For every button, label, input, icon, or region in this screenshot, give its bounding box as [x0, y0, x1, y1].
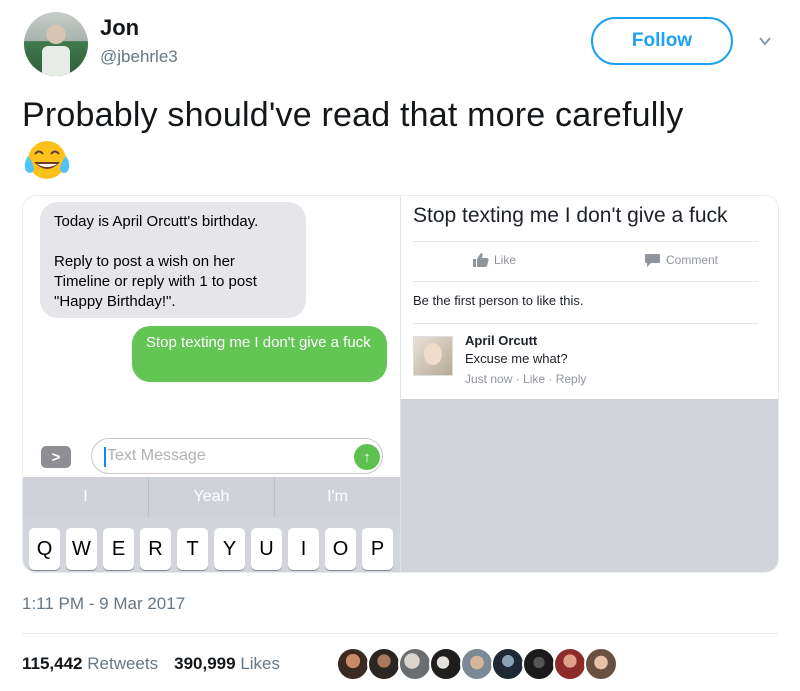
key-w[interactable]: W: [66, 528, 97, 570]
text-caret: [104, 447, 106, 467]
tweet-timestamp[interactable]: 1:11 PM - 9 Mar 2017: [22, 594, 185, 614]
tweet-media[interactable]: Today is April Orcutt's birthday. Reply …: [22, 195, 779, 573]
user-name[interactable]: Jon: [100, 15, 139, 41]
outgoing-message-bubble: Stop texting me I don't give a fuck: [132, 326, 387, 382]
likes-stat[interactable]: 390,999 Likes: [174, 654, 280, 674]
liker-avatar[interactable]: [367, 647, 401, 681]
divider: [22, 633, 778, 634]
liker-avatar[interactable]: [398, 647, 432, 681]
key-e[interactable]: E: [103, 528, 134, 570]
tweet-stats: 115,442 Retweets 390,999 Likes: [22, 654, 280, 674]
keyboard: Q W E R T Y U I O P: [23, 517, 400, 572]
divider: [413, 281, 758, 282]
expand-apps-button[interactable]: >: [41, 446, 71, 468]
follow-button[interactable]: Follow: [591, 17, 733, 65]
divider: [413, 241, 758, 242]
comment-icon: [645, 253, 660, 267]
key-y[interactable]: Y: [214, 528, 245, 570]
retweets-stat[interactable]: 115,442 Retweets: [22, 654, 158, 674]
incoming-message-line1: Today is April Orcutt's birthday.: [54, 213, 259, 230]
imessage-screenshot: Today is April Orcutt's birthday. Reply …: [23, 196, 400, 572]
profile-avatar[interactable]: [24, 12, 88, 76]
incoming-message-bubble: Today is April Orcutt's birthday. Reply …: [40, 202, 306, 318]
facebook-comment-label: Comment: [666, 253, 719, 267]
key-o[interactable]: O: [325, 528, 356, 570]
message-input-row: > Text Message ↑: [23, 436, 400, 476]
empty-area: [401, 399, 778, 572]
tweet-text: Probably should've read that more carefu…: [22, 96, 684, 134]
liker-avatar[interactable]: [460, 647, 494, 681]
thumbs-up-icon: [473, 253, 489, 267]
commenter-avatar[interactable]: [413, 336, 453, 376]
facebook-comment-button[interactable]: Comment: [645, 253, 718, 267]
predictive-bar: I Yeah I'm: [23, 477, 400, 517]
key-t[interactable]: T: [177, 528, 208, 570]
facebook-post-text: Stop texting me I don't give a fuck: [413, 204, 728, 227]
facebook-like-label: Like: [494, 253, 517, 267]
text-message-field[interactable]: Text Message ↑: [91, 438, 383, 474]
chevron-down-icon[interactable]: [758, 34, 772, 48]
liker-avatar[interactable]: [336, 647, 370, 681]
suggestion-1[interactable]: I: [23, 477, 149, 517]
commenter-name[interactable]: April Orcutt: [465, 333, 537, 348]
liker-avatar[interactable]: [522, 647, 556, 681]
liker-avatars: [336, 647, 618, 681]
key-q[interactable]: Q: [29, 528, 60, 570]
divider: [413, 323, 758, 324]
suggestion-3[interactable]: I'm: [275, 477, 400, 517]
liker-avatar[interactable]: [429, 647, 463, 681]
liker-avatar[interactable]: [491, 647, 525, 681]
key-u[interactable]: U: [251, 528, 282, 570]
suggestion-2[interactable]: Yeah: [149, 477, 275, 517]
liker-avatar[interactable]: [584, 647, 618, 681]
key-p[interactable]: P: [362, 528, 393, 570]
key-r[interactable]: R: [140, 528, 171, 570]
user-handle[interactable]: @jbehrle3: [100, 47, 178, 67]
send-arrow-icon[interactable]: ↑: [354, 444, 380, 470]
facebook-like-summary: Be the first person to like this.: [413, 293, 584, 308]
facebook-screenshot: Stop texting me I don't give a fuck Like…: [401, 196, 778, 572]
comment-text: Excuse me what?: [465, 351, 568, 366]
facebook-like-button[interactable]: Like: [473, 253, 516, 267]
comment-meta[interactable]: Just now · Like · Reply: [465, 372, 586, 386]
incoming-message-line2: Reply to post a wish on her Timeline or …: [54, 253, 257, 310]
tears-of-joy-emoji-icon: [24, 141, 70, 179]
key-i[interactable]: I: [288, 528, 319, 570]
text-message-placeholder: Text Message: [107, 447, 206, 464]
liker-avatar[interactable]: [553, 647, 587, 681]
